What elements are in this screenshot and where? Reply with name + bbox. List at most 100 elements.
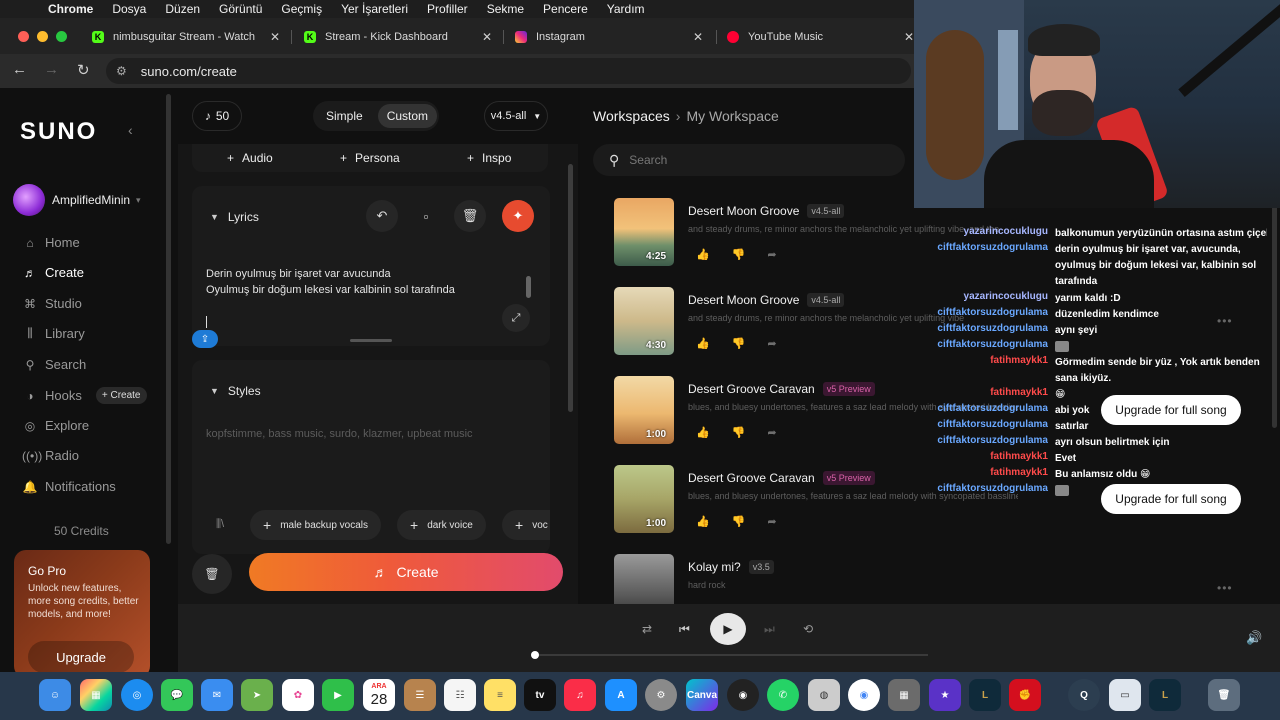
obs-icon[interactable]: ◉ xyxy=(727,679,759,711)
next-icon[interactable]: ⏭ xyxy=(764,622,775,637)
messages-icon[interactable]: 💬 xyxy=(161,679,193,711)
menu-app-name[interactable]: Chrome xyxy=(48,2,93,16)
close-tab-icon[interactable]: ✕ xyxy=(904,30,914,44)
close-tab-icon[interactable]: ✕ xyxy=(270,30,280,44)
library-icon[interactable]: ⫼\ xyxy=(216,518,224,531)
photos-icon[interactable]: ✿ xyxy=(282,679,314,711)
clear-button[interactable]: 🗑 xyxy=(192,554,232,594)
canva-icon[interactable]: Canva xyxy=(686,679,718,711)
league-of-legends-icon[interactable]: L xyxy=(969,679,1001,711)
sidebar-item-notifications[interactable]: 🔔 Notifications xyxy=(22,479,116,494)
upgrade-button[interactable]: Upgrade xyxy=(28,641,134,672)
sidebar-item-search[interactable]: ⚲ Search xyxy=(22,357,87,372)
add-audio-button[interactable]: + Audio xyxy=(227,151,273,165)
tab-kick-dashboard[interactable]: K Stream - Kick Dashboard ✕ xyxy=(304,25,492,49)
library-scrollbar[interactable] xyxy=(1272,184,1277,428)
model-select[interactable]: v4.5-all ▼ xyxy=(484,101,548,131)
style-chip[interactable]: + dark voice xyxy=(397,510,486,540)
reload-icon[interactable]: ↻ xyxy=(77,61,90,79)
close-window-button[interactable] xyxy=(18,31,29,42)
user-menu[interactable]: AmplifiedMinin ▾ xyxy=(13,184,141,216)
song-thumbnail[interactable]: 4:25 xyxy=(614,198,674,266)
calendar-icon[interactable]: ARA 28 xyxy=(363,679,395,711)
menu-window[interactable]: Pencere xyxy=(543,2,588,16)
create-scrollbar[interactable] xyxy=(568,164,573,412)
sidebar-item-explore[interactable]: ◎ Explore xyxy=(22,418,89,433)
song-title[interactable]: Desert Groove Caravan xyxy=(688,382,815,396)
lyrics-line[interactable]: Derin oyulmuş bir işaret var avucunda xyxy=(206,268,391,280)
back-icon[interactable]: ← xyxy=(12,61,27,78)
play-button[interactable]: ▶ xyxy=(710,613,746,645)
more-options-icon[interactable]: ••• xyxy=(1217,581,1233,595)
address-bar[interactable]: ⚙ suno.com/create xyxy=(106,58,911,84)
song-title[interactable]: Kolay mi? xyxy=(688,560,741,574)
style-chip[interactable]: + male backup vocals xyxy=(250,510,382,540)
mail-icon[interactable]: ✉ xyxy=(201,679,233,711)
safari-icon[interactable]: ◎ xyxy=(121,679,153,711)
styles-header[interactable]: ▼ Styles xyxy=(210,384,261,398)
previous-icon[interactable]: ⏮ xyxy=(679,622,690,637)
sidebar-item-studio[interactable]: ⌘ Studio xyxy=(22,296,82,311)
tab-youtube-music[interactable]: YouTube Music ✕ xyxy=(727,25,914,49)
search-input[interactable]: ⚲ Search xyxy=(593,144,905,176)
preview-icon[interactable]: ▭ xyxy=(1109,679,1141,711)
facetime-icon[interactable]: ▶ xyxy=(322,679,354,711)
dislike-icon[interactable]: 👎 xyxy=(732,426,746,439)
progress-bar[interactable] xyxy=(531,651,928,659)
suno-logo[interactable]: SUNO xyxy=(20,118,97,146)
song-title[interactable]: Desert Moon Groove xyxy=(688,293,799,307)
hooks-create-button[interactable]: + Create xyxy=(95,387,147,404)
finder-icon[interactable]: ☺ xyxy=(39,679,71,711)
like-icon[interactable]: 👍 xyxy=(696,426,710,439)
styles-input[interactable]: kopfstimme, bass music, surdo, klazmer, … xyxy=(206,428,473,440)
system-settings-icon[interactable]: ⚙ xyxy=(645,679,677,711)
share-icon[interactable]: ➦ xyxy=(767,515,776,528)
shuffle-icon[interactable]: ⇄ xyxy=(642,622,652,636)
league-of-legends-icon[interactable]: L xyxy=(1149,679,1181,711)
song-thumbnail[interactable]: 4:30 xyxy=(614,287,674,355)
add-inspo-button[interactable]: + Inspo xyxy=(467,151,511,165)
share-icon[interactable]: ➦ xyxy=(767,337,776,350)
credits-pill[interactable]: ♪ 50 xyxy=(192,101,242,131)
menu-bookmarks[interactable]: Yer İşaretleri xyxy=(341,2,408,16)
disk-utility-icon[interactable]: ◍ xyxy=(808,679,840,711)
close-tab-icon[interactable]: ✕ xyxy=(693,30,703,44)
whatsapp-icon[interactable]: ✆ xyxy=(767,679,799,711)
star-app-icon[interactable]: ★ xyxy=(929,679,961,711)
site-info-icon[interactable]: ⚙ xyxy=(116,64,127,78)
menu-help[interactable]: Yardım xyxy=(607,2,645,16)
mode-custom-button[interactable]: Custom xyxy=(377,104,438,128)
launchpad-icon[interactable]: ▦ xyxy=(80,679,112,711)
sidebar-scrollbar[interactable] xyxy=(166,94,171,544)
tab-kick-watch[interactable]: K nimbusguitar Stream - Watch ✕ xyxy=(92,25,280,49)
share-icon[interactable]: ➦ xyxy=(767,248,776,261)
magic-wand-button[interactable]: ✦ xyxy=(502,200,534,232)
upload-icon[interactable]: ⇪ xyxy=(192,330,218,348)
volume-icon[interactable]: 🔊 xyxy=(1246,630,1262,646)
create-button[interactable]: ♬ Create xyxy=(249,553,563,591)
menu-history[interactable]: Geçmiş xyxy=(281,2,322,16)
sidebar-item-hooks[interactable]: ◑ Hooks + Create xyxy=(22,387,147,404)
apple-tv-icon[interactable]: tv xyxy=(524,679,556,711)
trash-icon[interactable]: 🗑 xyxy=(1208,679,1240,711)
dislike-icon[interactable]: 👎 xyxy=(732,248,746,261)
contacts-icon[interactable]: ☰ xyxy=(404,679,436,711)
lyrics-header[interactable]: ▼ Lyrics xyxy=(210,210,259,224)
expand-icon[interactable]: ⤢ xyxy=(502,304,530,332)
delete-lyrics-button[interactable]: 🗑 xyxy=(454,200,486,232)
resize-handle[interactable] xyxy=(350,339,392,342)
tab-instagram[interactable]: Instagram ✕ xyxy=(515,25,703,49)
chrome-icon[interactable]: ◉ xyxy=(848,679,880,711)
menu-file[interactable]: Dosya xyxy=(112,2,146,16)
add-persona-button[interactable]: + Persona xyxy=(340,151,400,165)
zoom-window-button[interactable] xyxy=(56,31,67,42)
sidebar-item-create[interactable]: ♬ Create xyxy=(22,265,84,280)
reminders-icon[interactable]: ☷ xyxy=(444,679,476,711)
sidebar-item-radio[interactable]: ((•)) Radio xyxy=(22,448,79,463)
copy-icon[interactable]: ▫ xyxy=(410,200,442,232)
menu-edit[interactable]: Düzen xyxy=(165,2,200,16)
music-icon[interactable]: ♫ xyxy=(564,679,596,711)
lyrics-scrollbar[interactable] xyxy=(526,276,531,298)
menu-profiles[interactable]: Profiller xyxy=(427,2,468,16)
sidebar-item-library[interactable]: ⫼ Library xyxy=(22,326,85,341)
